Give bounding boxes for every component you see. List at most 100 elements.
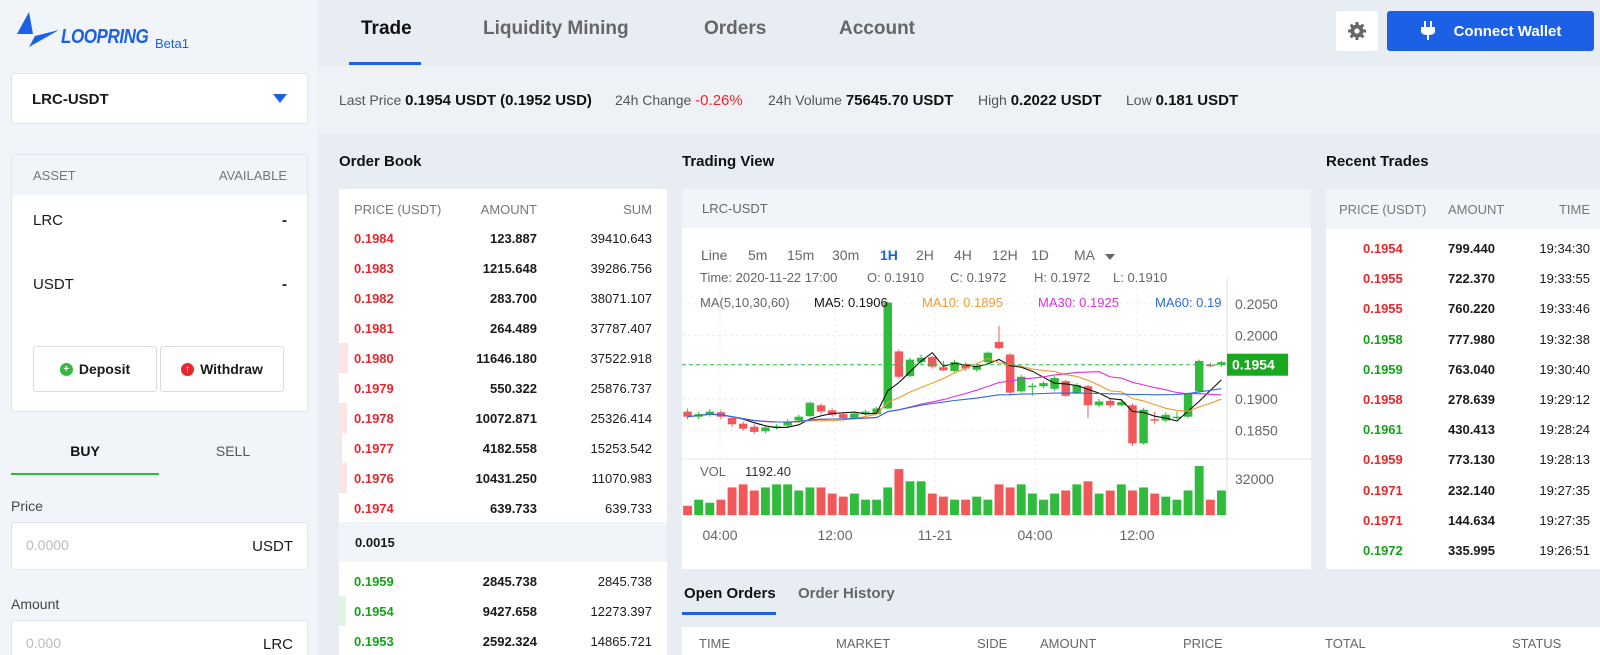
ask-depth-bar [339,343,348,373]
volume-bar [883,487,893,515]
trade-amount: 278.639 [1448,392,1495,407]
interval-4h[interactable]: 4H [954,247,972,263]
volume-bar [1027,493,1037,515]
deposit-button[interactable]: + Deposit [33,346,157,392]
bid-amount: 9427.658 [482,604,537,619]
low-value: 0.181 USDT [1155,92,1239,109]
ask-row[interactable]: 0.1980 11646.180 37522.918 [339,343,667,373]
asset-row-lrc: LRC - [12,207,307,237]
volume-value: 75645.70 USDT [845,92,954,109]
low-label: Low [1126,92,1152,108]
trade-row: 0.1959 763.040 19:30:40 [1326,354,1600,384]
volume-bar [1016,484,1026,515]
trade-time: 19:33:46 [1539,301,1590,317]
ask-amount: 4182.558 [482,441,537,456]
volume-bar [927,493,937,515]
interval-1d[interactable]: 1D [1031,247,1049,263]
trade-time: 19:33:55 [1539,271,1590,287]
tab-open-orders[interactable]: Open Orders [684,585,776,602]
withdraw-label: Withdraw [200,361,263,377]
ask-row[interactable]: 0.1976 10431.250 11070.983 [339,463,667,493]
high-item: High 0.2022 USDT [978,92,1102,109]
high-label: High [978,92,1007,108]
volume-bar [1116,484,1126,515]
ask-row[interactable]: 0.1984 123.887 39410.643 [339,223,667,253]
candle-body [738,423,748,429]
price-tick: 0.2050 [1235,296,1278,312]
bid-row[interactable]: 0.1959 2845.738 2845.738 [339,566,667,596]
ask-row[interactable]: 0.1982 283.700 38071.107 [339,283,667,313]
amount-label: Amount [11,596,60,612]
trade-row: 0.1954 799.440 19:34:30 [1326,233,1600,263]
interval-5m[interactable]: 5m [748,247,767,263]
price-label: Price [11,498,43,514]
col-side: SIDE [977,636,1008,651]
nav-tab-liquidity-mining[interactable]: Liquidity Mining [483,18,629,40]
interval-12h[interactable]: 12H [992,247,1018,263]
ask-amount: 264.489 [490,321,537,336]
ask-amount: 639.733 [490,501,537,516]
ma-label: MA(5,10,30,60) [700,295,790,310]
interval-1h[interactable]: 1H [880,247,898,263]
candlestick-chart[interactable]: Line 5m 15m 30m 1H 2H 4H 12H 1D MA Time: 2020-11-2… [682,228,1311,569]
connect-wallet-button[interactable]: Connect Wallet [1387,11,1594,51]
nav-tab-account[interactable]: Account [839,18,915,40]
recent-trades-header: PRICE (USDT) AMOUNT TIME [1326,189,1600,229]
ask-row[interactable]: 0.1981 264.489 37787.407 [339,313,667,343]
candle-body [727,417,737,425]
candle-body [894,351,904,377]
ask-row[interactable]: 0.1977 4182.558 15253.542 [339,433,667,463]
candle-body [1005,354,1015,393]
volume-item: 24h Volume 75645.70 USDT [768,92,953,109]
interval-15m[interactable]: 15m [787,247,814,263]
ma5-value: MA5: 0.1906 [814,295,888,310]
interval-ma[interactable]: MA [1074,247,1096,263]
interval-line[interactable]: Line [701,247,728,263]
ask-row[interactable]: 0.1978 10072.871 25326.414 [339,403,667,433]
ma60-value: MA60: 0.19 [1155,295,1222,310]
logo-text: LOOPRING [61,26,149,48]
settings-button[interactable] [1336,11,1378,51]
buy-tab[interactable]: BUY [11,443,159,475]
change-label: 24h Change [615,92,692,108]
ask-row[interactable]: 0.1979 550.322 25876.737 [339,373,667,403]
col-price: PRICE [1183,636,1223,651]
nav-tab-orders[interactable]: Orders [704,18,766,40]
ask-row[interactable]: 0.1974 639.733 639.733 [339,493,667,523]
price-input[interactable] [26,537,206,553]
withdraw-button[interactable]: ↑ Withdraw [160,346,284,392]
high-value: 0.2022 USDT [1010,92,1102,109]
nav-tab-trade[interactable]: Trade [361,18,412,40]
amount-input[interactable] [26,635,206,651]
ask-amount: 11646.180 [476,351,537,366]
ask-amount: 10072.871 [475,411,537,426]
ask-row[interactable]: 0.1983 1215.648 39286.756 [339,253,667,283]
interval-30m[interactable]: 30m [832,247,859,263]
time-tick: 12:00 [817,527,852,543]
ma10-value: MA10: 0.1895 [922,295,1003,310]
market-selector[interactable]: LRC-USDT [11,73,308,124]
candle-body [850,413,859,418]
bid-row[interactable]: 0.1953 2592.324 14865.721 [339,626,667,655]
bid-price: 0.1954 [354,604,394,619]
asset-available: - [282,212,287,229]
volume-bar [972,496,982,515]
ma30-value: MA30: 0.1925 [1038,295,1119,310]
trade-row: 0.1959 773.130 19:28:13 [1326,444,1600,474]
volume-bar [983,499,993,515]
volume-bar [772,484,781,515]
ask-price: 0.1980 [354,351,394,366]
sell-tab[interactable]: SELL [159,443,307,459]
bid-row[interactable]: 0.1954 9427.658 12273.397 [339,596,667,626]
trade-price: 0.1959 [1363,361,1403,377]
volume-bar [816,487,826,515]
interval-2h[interactable]: 2H [916,247,934,263]
volume-bar [683,505,693,515]
candle-body [994,341,1004,349]
sum-header: SUM [623,202,652,217]
trade-row: 0.1961 430.413 19:28:24 [1326,414,1600,444]
loopring-logo[interactable]: LOOPRING Beta1 [15,12,189,52]
tab-order-history[interactable]: Order History [798,585,895,602]
trade-time: 19:27:35 [1539,512,1590,528]
recent-trades: PRICE (USDT) AMOUNT TIME 0.1954 799.440 19… [1326,189,1600,569]
